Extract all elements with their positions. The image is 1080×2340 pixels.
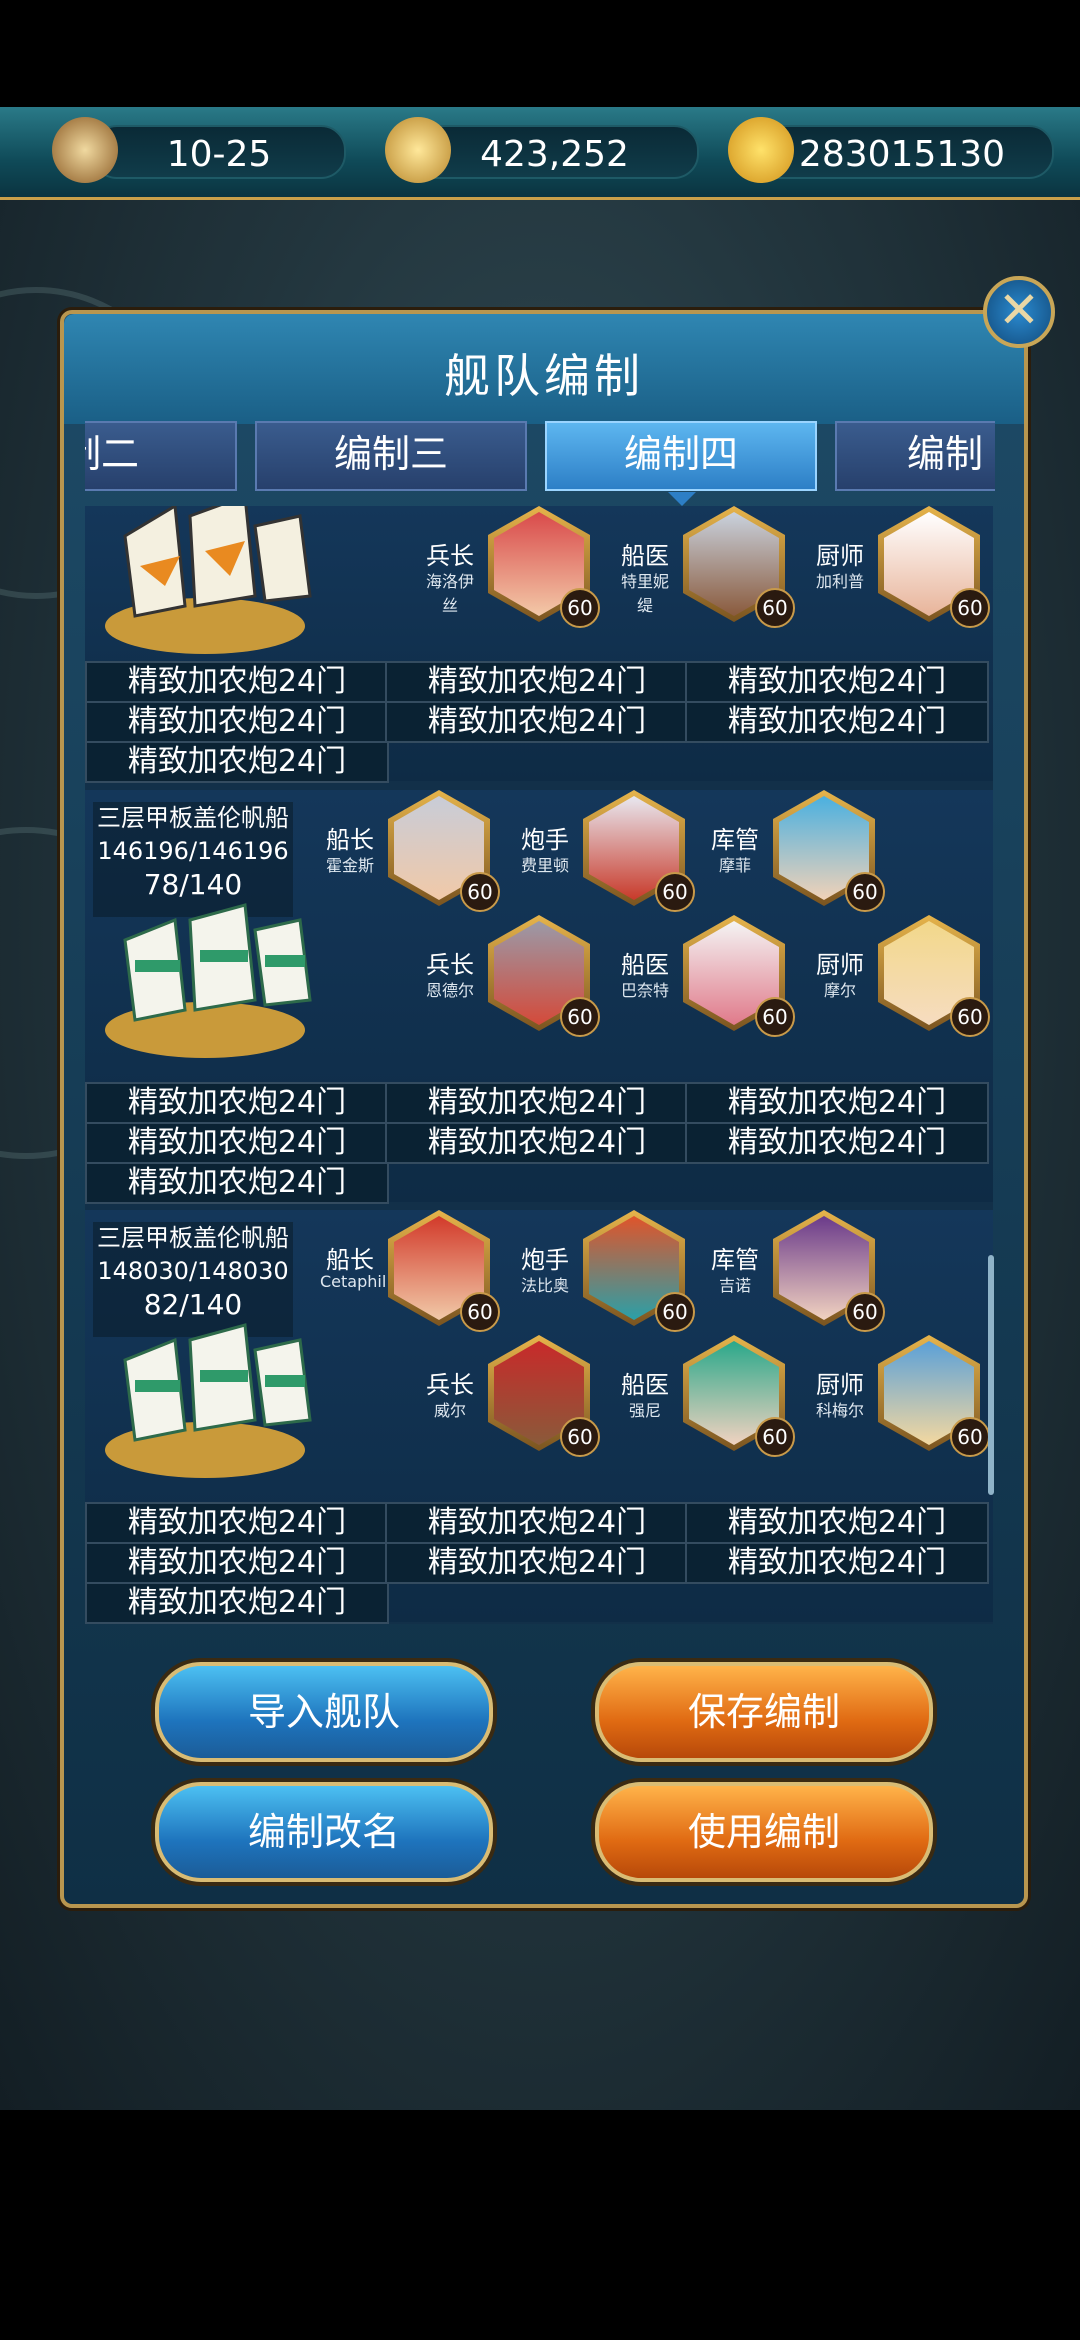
save-formation-button[interactable]: 保存编制	[595, 1662, 933, 1762]
equipment-slot[interactable]: 精致加农炮24门	[85, 1582, 389, 1624]
ship-durability: 148030/148030	[97, 1257, 289, 1285]
bottom-letterbox	[0, 2110, 1080, 2340]
level-badge: 60	[560, 997, 600, 1037]
import-fleet-button[interactable]: 导入舰队	[155, 1662, 493, 1762]
level-badge: 60	[655, 872, 695, 912]
level-badge: 60	[755, 1417, 795, 1457]
ship-entry[interactable]: 三层甲板盖伦帆船 146196/146196 78/140 船长 霍金斯 60 炮…	[85, 790, 993, 1204]
list-scrollbar[interactable]	[988, 1255, 994, 1495]
close-icon[interactable]: ✕	[983, 276, 1055, 348]
equipment-slot[interactable]: 精致加农炮24门	[385, 1082, 689, 1124]
crew-slot-cook[interactable]: 厨师 科梅尔 60	[810, 1335, 993, 1465]
ship-crew-capacity: 78/140	[143, 868, 243, 901]
level-badge: 60	[560, 1417, 600, 1457]
galleon-ship-image	[105, 903, 312, 1058]
equipment-slot[interactable]: 精致加农炮24门	[385, 1122, 689, 1164]
level-badge: 60	[950, 588, 990, 628]
date-display: 10-25	[92, 125, 346, 179]
equipment-slot[interactable]: 精致加农炮24门	[85, 1082, 389, 1124]
gold-resource: 283015130	[750, 125, 1054, 179]
panel-title: 舰队编制	[444, 349, 644, 403]
compass-resource: 423,252	[410, 125, 699, 179]
ship-crew-capacity: 82/140	[143, 1288, 243, 1321]
tab-formation-2[interactable]: 制二	[85, 421, 237, 491]
active-tab-pointer	[668, 492, 696, 506]
level-badge: 60	[755, 588, 795, 628]
crew-slot-quartermaster[interactable]: 库管 摩菲 60	[705, 790, 905, 920]
equipment-slot[interactable]: 精致加农炮24门	[85, 701, 389, 743]
equipment-slot[interactable]: 精致加农炮24门	[685, 1542, 989, 1584]
tab-formation-4[interactable]: 编制四	[545, 421, 817, 491]
ship-durability: 146196/146196	[97, 837, 289, 865]
tab-formation-3[interactable]: 编制三	[255, 421, 527, 491]
level-badge: 60	[845, 872, 885, 912]
ship-name: 三层甲板盖伦帆船	[97, 1224, 289, 1252]
equipment-slot[interactable]: 精致加农炮24门	[385, 661, 689, 703]
crew-slot-soldier[interactable]: 兵长 威尔 60	[420, 1335, 620, 1465]
fleet-ship-list[interactable]: 兵长 海洛伊丝 60 船医 特里妮缇 60 厨师 加利普 60 精致加农炮24门 精致…	[85, 506, 993, 1624]
crew-slot-gunner[interactable]: 炮手 法比奥 60	[515, 1210, 715, 1340]
level-badge: 60	[950, 997, 990, 1037]
equipment-slot[interactable]: 精致加农炮24门	[685, 1082, 989, 1124]
panel-header: 舰队编制	[64, 314, 1024, 424]
resource-bar: 10-25 423,252 283015130	[0, 107, 1080, 200]
galleon-ship-image	[105, 506, 312, 654]
crew-slot-doctor[interactable]: 船医 巴奈特 60	[615, 915, 815, 1045]
equipment-slot[interactable]: 精致加农炮24门	[685, 701, 989, 743]
crew-slot-cook[interactable]: 厨师 摩尔 60	[810, 915, 993, 1045]
level-badge: 60	[460, 1292, 500, 1332]
equipment-slot[interactable]: 精致加农炮24门	[85, 741, 389, 783]
equipment-slot[interactable]: 精致加农炮24门	[85, 1162, 389, 1204]
crew-slot-gunner[interactable]: 炮手 费里顿 60	[515, 790, 715, 920]
crew-slot-captain[interactable]: 船长 Cetaphil 60	[320, 1210, 520, 1340]
level-badge: 60	[460, 872, 500, 912]
hourglass-icon	[52, 117, 118, 183]
equipment-slot[interactable]: 精致加农炮24门	[385, 1502, 689, 1544]
compass-icon	[385, 117, 451, 183]
equipment-slot[interactable]: 精致加农炮24门	[385, 701, 689, 743]
crew-slot-cook[interactable]: 厨师 加利普 60	[810, 506, 993, 636]
equipment-slot[interactable]: 精致加农炮24门	[85, 661, 389, 703]
equipment-slot[interactable]: 精致加农炮24门	[385, 1542, 689, 1584]
ship-entry[interactable]: 兵长 海洛伊丝 60 船医 特里妮缇 60 厨师 加利普 60 精致加农炮24门 精致…	[85, 506, 993, 783]
level-badge: 60	[845, 1292, 885, 1332]
crew-slot-quartermaster[interactable]: 库管 吉诺 60	[705, 1210, 905, 1340]
crew-slot-doctor[interactable]: 船医 特里妮缇 60	[615, 506, 815, 636]
use-formation-button[interactable]: 使用编制	[595, 1782, 933, 1882]
level-badge: 60	[560, 588, 600, 628]
formation-tabs: 制二 编制三 编制四 编制	[85, 421, 995, 491]
level-badge: 60	[655, 1292, 695, 1332]
ship-entry[interactable]: 三层甲板盖伦帆船 148030/148030 82/140 船长 Cetaphil…	[85, 1210, 993, 1624]
equipment-slot[interactable]: 精致加农炮24门	[85, 1502, 389, 1544]
crew-slot-doctor[interactable]: 船医 强尼 60	[615, 1335, 815, 1465]
equipment-slot[interactable]: 精致加农炮24门	[85, 1122, 389, 1164]
tab-formation-5[interactable]: 编制	[835, 421, 995, 491]
crew-slot-soldier[interactable]: 兵长 海洛伊丝 60	[420, 506, 620, 636]
level-badge: 60	[755, 997, 795, 1037]
crew-slot-soldier[interactable]: 兵长 恩德尔 60	[420, 915, 620, 1045]
galleon-ship-image	[105, 1323, 312, 1478]
rename-formation-button[interactable]: 编制改名	[155, 1782, 493, 1882]
equipment-slot[interactable]: 精致加农炮24门	[685, 1502, 989, 1544]
anchor-coin-icon	[728, 117, 794, 183]
crew-slot-captain[interactable]: 船长 霍金斯 60	[320, 790, 520, 920]
equipment-slot[interactable]: 精致加农炮24门	[85, 1542, 389, 1584]
equipment-slot[interactable]: 精致加农炮24门	[685, 1122, 989, 1164]
ship-name: 三层甲板盖伦帆船	[97, 804, 289, 832]
level-badge: 60	[950, 1417, 990, 1457]
equipment-slot[interactable]: 精致加农炮24门	[685, 661, 989, 703]
